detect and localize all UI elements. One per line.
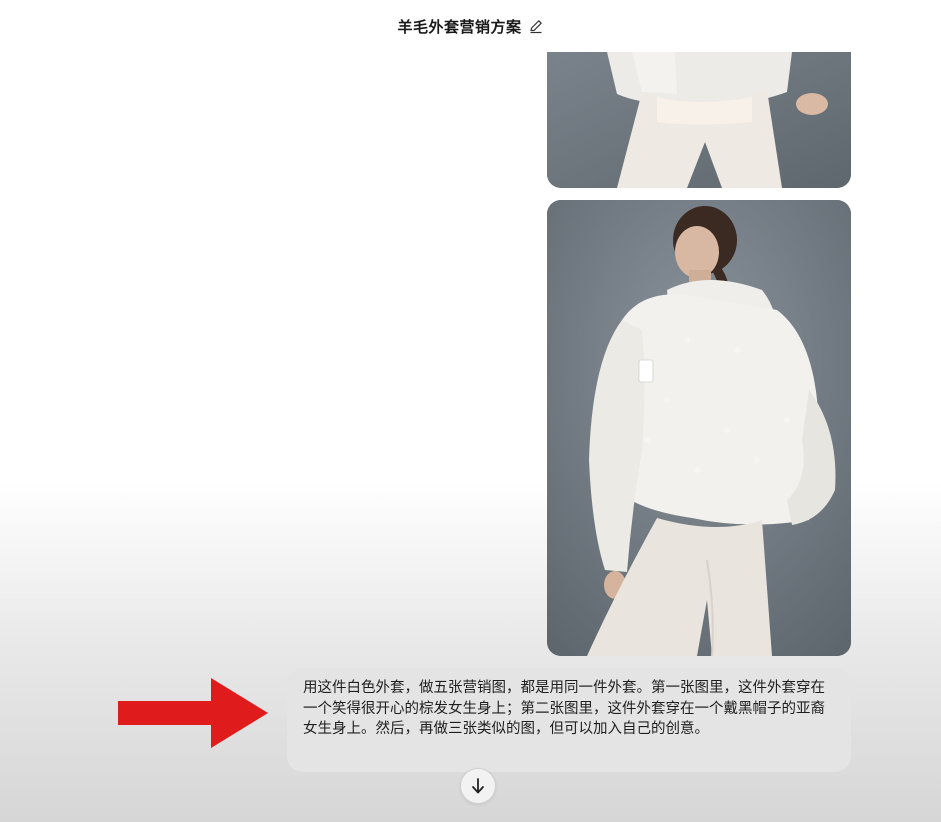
pencil-icon[interactable] [528,18,544,34]
title-wrap: 羊毛外套营销方案 [397,16,543,37]
user-prompt-bubble: 用这件白色外套，做五张营销图，都是用同一件外套。第一张图里，这件外套穿在一个笑得… [287,668,851,772]
image-illustration [547,52,851,188]
conversation-title[interactable]: 羊毛外套营销方案 [397,16,521,37]
user-prompt-text: 用这件白色外套，做五张营销图，都是用同一件外套。第一张图里，这件外套穿在一个笑得… [303,680,825,737]
scroll-down-button[interactable] [460,768,496,804]
generated-image-2[interactable] [547,200,851,656]
arrow-down-icon [472,778,484,794]
chat-header: 羊毛外套营销方案 [0,0,941,52]
red-arrow-icon [118,678,268,748]
image-illustration [547,200,851,656]
generated-image-1[interactable] [547,52,851,188]
